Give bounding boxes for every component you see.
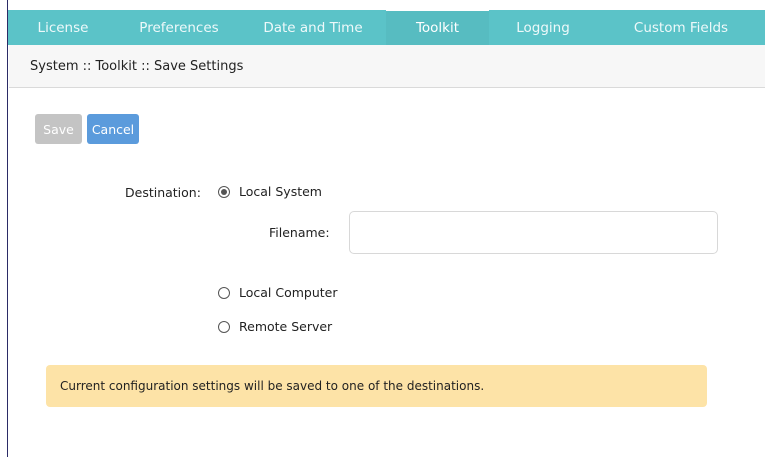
- tab-preferences[interactable]: Preferences: [118, 10, 240, 45]
- tab-date-and-time[interactable]: Date and Time: [240, 10, 386, 45]
- cancel-button[interactable]: Cancel: [87, 114, 139, 144]
- radio-button-icon: [218, 320, 230, 333]
- tab-bar: License Preferences Date and Time Toolki…: [8, 9, 765, 45]
- breadcrumb: System :: Toolkit :: Save Settings: [9, 45, 765, 88]
- filename-input[interactable]: [349, 211, 718, 254]
- radio-local-computer[interactable]: Local Computer: [218, 285, 338, 300]
- window-left-border: [0, 0, 8, 457]
- tab-license[interactable]: License: [8, 10, 118, 45]
- radio-local-system[interactable]: Local System: [218, 184, 322, 199]
- tab-custom-fields[interactable]: Custom Fields: [597, 10, 765, 45]
- radio-button-icon: [218, 185, 230, 198]
- filename-label: Filename:: [269, 225, 330, 240]
- radio-remote-server[interactable]: Remote Server: [218, 319, 332, 334]
- tab-logging[interactable]: Logging: [489, 10, 597, 45]
- destination-label: Destination:: [125, 185, 201, 200]
- radio-label: Remote Server: [239, 319, 333, 334]
- info-alert: Current configuration settings will be s…: [46, 365, 707, 407]
- radio-label: Local System: [239, 184, 322, 199]
- tab-toolkit[interactable]: Toolkit: [386, 9, 489, 45]
- radio-button-icon: [218, 286, 230, 299]
- radio-label: Local Computer: [239, 285, 338, 300]
- save-button[interactable]: Save: [35, 114, 82, 144]
